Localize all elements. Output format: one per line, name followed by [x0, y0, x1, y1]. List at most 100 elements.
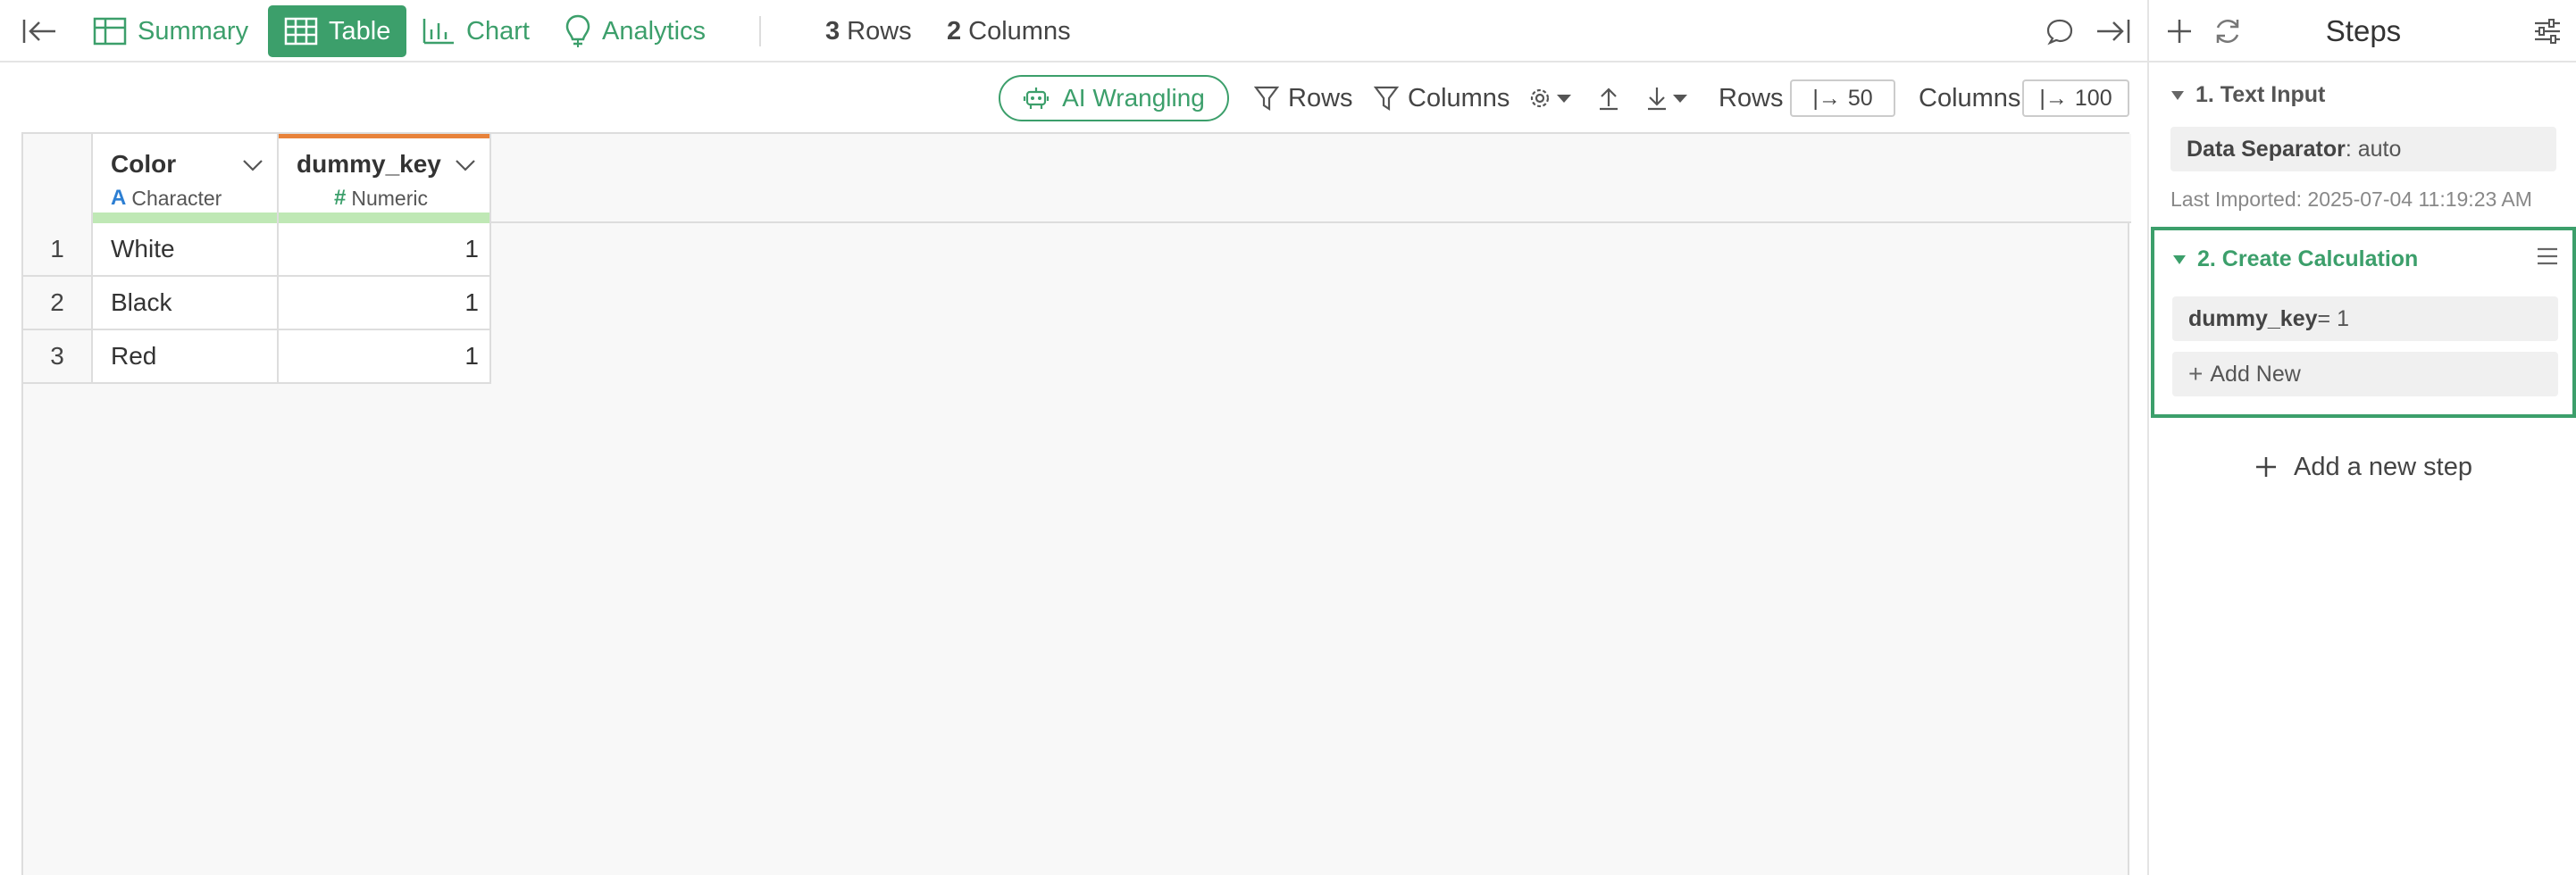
rows-filter-button[interactable]: Rows: [1254, 64, 1353, 132]
row-number: 1: [23, 223, 93, 277]
add-new-step-button[interactable]: Add a new step: [2149, 445, 2576, 489]
settings-dropdown[interactable]: [1527, 64, 1572, 132]
table-cell[interactable]: 1: [279, 223, 491, 277]
column-highlight-line: [279, 134, 489, 138]
add-step-plus-icon[interactable]: [2163, 15, 2195, 47]
column-quality-bar: [93, 212, 277, 223]
comment-icon: [2046, 19, 2073, 46]
columns-count-value: 2: [947, 16, 962, 46]
table-cell[interactable]: White: [93, 223, 279, 277]
step-2-header[interactable]: 2. Create Calculation: [2172, 246, 2418, 272]
collapse-triangle-icon: [2171, 90, 2184, 100]
ai-wrangling-button[interactable]: AI Wrangling: [999, 75, 1229, 121]
column-name: Color: [111, 150, 177, 178]
tab-summary-label: Summary: [138, 16, 249, 46]
step-2-title: 2. Create Calculation: [2197, 246, 2419, 271]
plus-icon: [2256, 457, 2277, 477]
collapse-right-button[interactable]: [2095, 0, 2131, 62]
caret-down-icon: [1557, 95, 1571, 103]
robot-icon: [1023, 88, 1050, 109]
steps-panel: Steps 1. Text Input Data Separator: aut…: [2147, 0, 2576, 875]
table-cell[interactable]: 1: [279, 330, 491, 384]
character-type-icon: A: [111, 186, 127, 210]
tab-analytics[interactable]: Analytics: [565, 0, 706, 62]
step-2-card[interactable]: 2. Create Calculation dummy_key = 1 + Ad…: [2151, 227, 2576, 418]
column-name: dummy_key: [297, 150, 441, 178]
step-2-calc-value: = 1: [2317, 305, 2349, 331]
filter-icon: [1254, 86, 1279, 112]
rows-limit-value: 50: [1847, 85, 1873, 111]
rows-count-value: 3: [825, 16, 841, 46]
upload-button[interactable]: [1597, 64, 1620, 132]
collapse-left-icon: [22, 20, 55, 43]
limit-arrow-icon: |→: [2039, 85, 2068, 111]
top-bar: Summary Table Chart Analytics 3 Rows 2 C…: [0, 0, 2147, 62]
rows-limit-input[interactable]: |→ 50: [1790, 79, 1895, 117]
upload-icon: [1600, 88, 1618, 111]
columns-count: 2 Columns: [947, 0, 1071, 62]
app-root: Summary Table Chart Analytics 3 Rows 2 C…: [0, 0, 2576, 875]
rows-filter-label: Rows: [1288, 83, 1353, 112]
hamburger-menu-icon[interactable]: [2535, 245, 2560, 268]
bar-chart-icon: [422, 19, 454, 45]
collapse-right-icon: [2097, 20, 2130, 43]
tab-table[interactable]: Table: [268, 5, 407, 57]
columns-filter-label: Columns: [1408, 83, 1510, 112]
rows-limit-wrapper: |→ 50: [1790, 64, 1895, 132]
step-2-calc-key: dummy_key: [2188, 305, 2318, 331]
table-toolbar: AI Wrangling Rows Columns Rows |→ 50 Col…: [0, 64, 2147, 132]
rows-count: 3 Rows: [825, 0, 912, 62]
settings-sliders-icon[interactable]: [2531, 15, 2563, 47]
chevron-down-icon[interactable]: [241, 154, 264, 177]
collapse-left-button[interactable]: [20, 0, 59, 62]
add-new-step-label: Add a new step: [2294, 452, 2472, 481]
table-cell[interactable]: Black: [93, 277, 279, 330]
step-1-last-imported: Last Imported: 2025-07-04 11:19:23 AM: [2170, 188, 2532, 211]
step-1-title: 1. Text Input: [2195, 82, 2326, 107]
gear-icon: [1530, 88, 1550, 108]
summary-grid-icon: [93, 17, 127, 46]
tab-summary[interactable]: Summary: [93, 0, 248, 62]
steps-panel-header: Steps: [2149, 0, 2576, 62]
filter-icon: [1374, 86, 1399, 112]
table-row: 2 Black 1: [23, 277, 491, 330]
chevron-down-icon[interactable]: [454, 154, 477, 177]
table-viewport: Color A Character dummy_key # Numeric 1 …: [21, 132, 2131, 875]
row-number: 3: [23, 330, 93, 384]
rows-count-label: Rows: [847, 16, 912, 46]
plus-icon: +: [2188, 360, 2204, 388]
column-quality-bar: [279, 212, 489, 223]
step-1-param-key: Data Separator: [2187, 136, 2346, 162]
comment-button[interactable]: [2045, 0, 2074, 62]
table-cell[interactable]: 1: [279, 277, 491, 330]
columns-limit-value: 100: [2074, 85, 2112, 111]
step-1-param-value: : auto: [2345, 136, 2402, 162]
limit-arrow-icon: |→: [1812, 85, 1841, 111]
collapse-triangle-icon: [2173, 254, 2186, 264]
columns-limit-input[interactable]: |→ 100: [2022, 79, 2129, 117]
step-1-param[interactable]: Data Separator : auto: [2170, 127, 2556, 171]
table-cell[interactable]: Red: [93, 330, 279, 384]
tab-chart-label: Chart: [466, 16, 530, 46]
step-1-header[interactable]: 1. Text Input: [2170, 82, 2325, 108]
table-icon: [284, 17, 318, 46]
numeric-type-icon: #: [334, 186, 347, 210]
lightbulb-icon: [565, 14, 590, 47]
tab-chart[interactable]: Chart: [422, 0, 530, 62]
column-type-label: Character: [131, 186, 222, 210]
table-row: 1 White 1: [23, 223, 491, 277]
column-header-color[interactable]: Color A Character: [93, 134, 279, 223]
tab-analytics-label: Analytics: [602, 16, 707, 46]
row-number-header: [23, 134, 93, 223]
download-dropdown[interactable]: [1645, 64, 1688, 132]
column-type: # Numeric: [334, 186, 428, 211]
step-2-calculation[interactable]: dummy_key = 1: [2172, 296, 2558, 341]
columns-filter-button[interactable]: Columns: [1374, 64, 1510, 132]
column-header-dummy-key[interactable]: dummy_key # Numeric: [279, 134, 491, 223]
columns-count-label: Columns: [968, 16, 1071, 46]
columns-limit-label: Columns: [1919, 83, 2021, 112]
refresh-icon[interactable]: [2212, 15, 2244, 47]
add-new-button[interactable]: + Add New: [2172, 352, 2558, 396]
table-row: 3 Red 1: [23, 330, 491, 384]
toolbar-divider: [759, 16, 761, 46]
